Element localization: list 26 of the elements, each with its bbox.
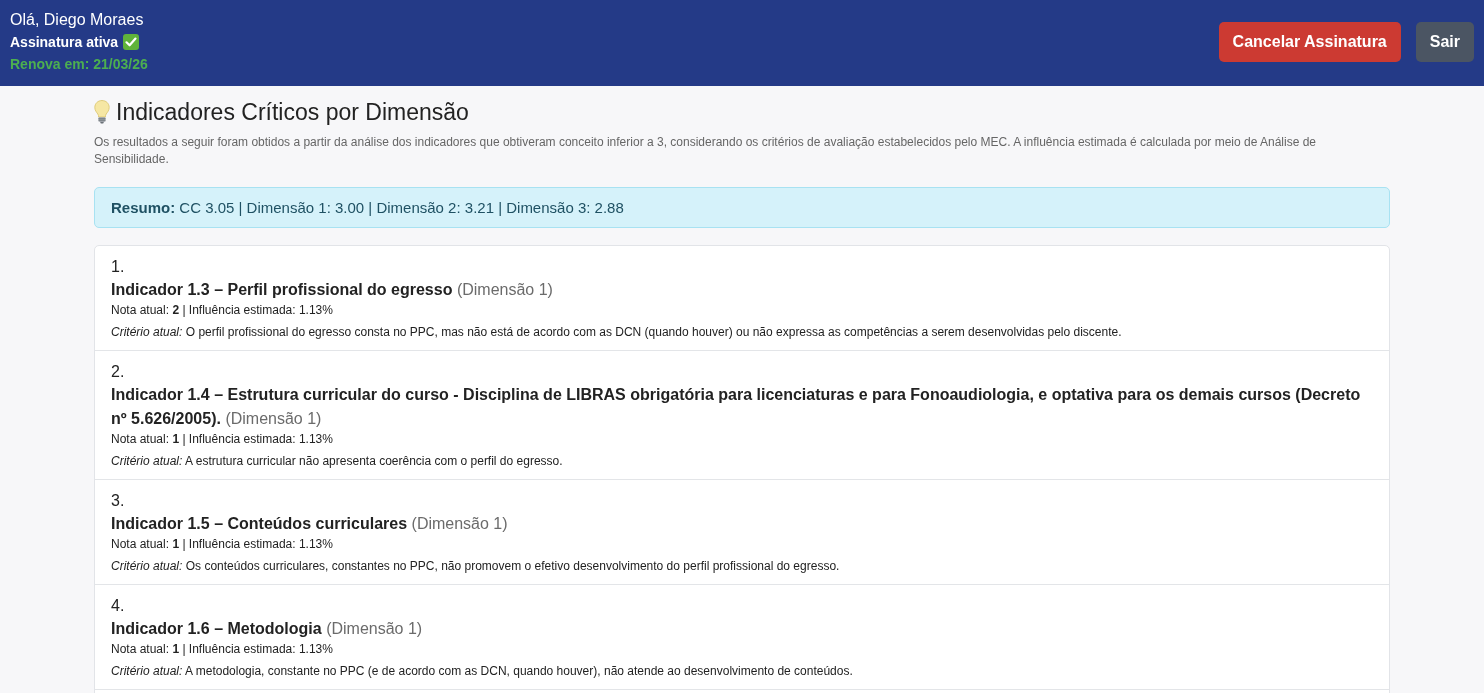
indicator-title: Indicador 1.5 – Conteúdos curriculares (Dimensão 1) xyxy=(111,514,509,534)
indicator-number: 1. xyxy=(111,257,125,277)
criterion-text: Critério atual: A estrutura curricular não apresenta coerência com o perfil do egresso. xyxy=(111,453,563,469)
check-icon xyxy=(123,34,140,50)
indicator-number: 3. xyxy=(111,491,125,511)
section-title: Indicadores Críticos por Dimensão xyxy=(116,98,469,126)
score-text: Nota atual: 1 | Influência estimada: 1.13% xyxy=(111,641,333,657)
lightbulb-icon xyxy=(94,100,110,124)
renewal-date: Renova em: 21/03/26 xyxy=(10,55,148,74)
subscription-status: Assinatura ativa xyxy=(10,33,119,52)
score-text: Nota atual: 2 | Influência estimada: 1.13% xyxy=(111,302,333,318)
indicator-title: Indicador 1.3 – Perfil profissional do egresso (Dimensão 1) xyxy=(111,280,554,300)
score-text: Nota atual: 1 | Influência estimada: 1.13% xyxy=(111,431,333,447)
greeting-text: Olá, Diego Moraes xyxy=(10,10,145,30)
indicator-title: Indicador 1.6 – Metodologia (Dimensão 1) xyxy=(111,619,424,639)
score-text: Nota atual: 1 | Influência estimada: 1.13% xyxy=(111,536,333,552)
indicator-number: 4. xyxy=(111,596,125,616)
logout-button[interactable]: Sair xyxy=(1415,22,1474,62)
cancel-subscription-button[interactable]: Cancelar Assinatura xyxy=(1218,22,1401,62)
criterion-text: Critério atual: Os conteúdos curriculares, constantes no PPC, não promovem o efetivo desenvolvimento do perfil profissional do egresso. xyxy=(111,558,840,574)
indicator-number: 2. xyxy=(111,362,125,382)
criterion-text: Critério atual: A metodologia, constante no PPC (e de acordo com as DCN, quando houver), não atende ao desenvolvimento de conteúdos. xyxy=(111,663,853,679)
description-text: Os resultados a seguir foram obtidos a partir da análise dos indicadores que obtiveram conceito inferior a 3, considerando os critérios de avaliação estabelecidos pelo MEC. A influência estimada é calculada por meio de Análise de Sensibilidade. xyxy=(94,134,1318,168)
indicator-title: Indicador 1.4 – Estrutura curricular do curso - Disciplina de LIBRAS obrigatória para licenciaturas e para Fonoaudiologia, e optativa para os demais cursos (Decreto nº 5.626/2005). (Dimensão 1) xyxy=(111,385,1362,429)
criterion-text: Critério atual: O perfil profissional do egresso consta no PPC, mas não está de acordo com as DCN (quando houver) ou não expressa as competências a serem desenvolvidas pelo discente. xyxy=(111,324,1122,340)
summary-banner: Resumo: CC 3.05 | Dimensão 1: 3.00 | Dimensão 2: 3.21 | Dimensão 3: 2.88 xyxy=(94,187,1390,228)
